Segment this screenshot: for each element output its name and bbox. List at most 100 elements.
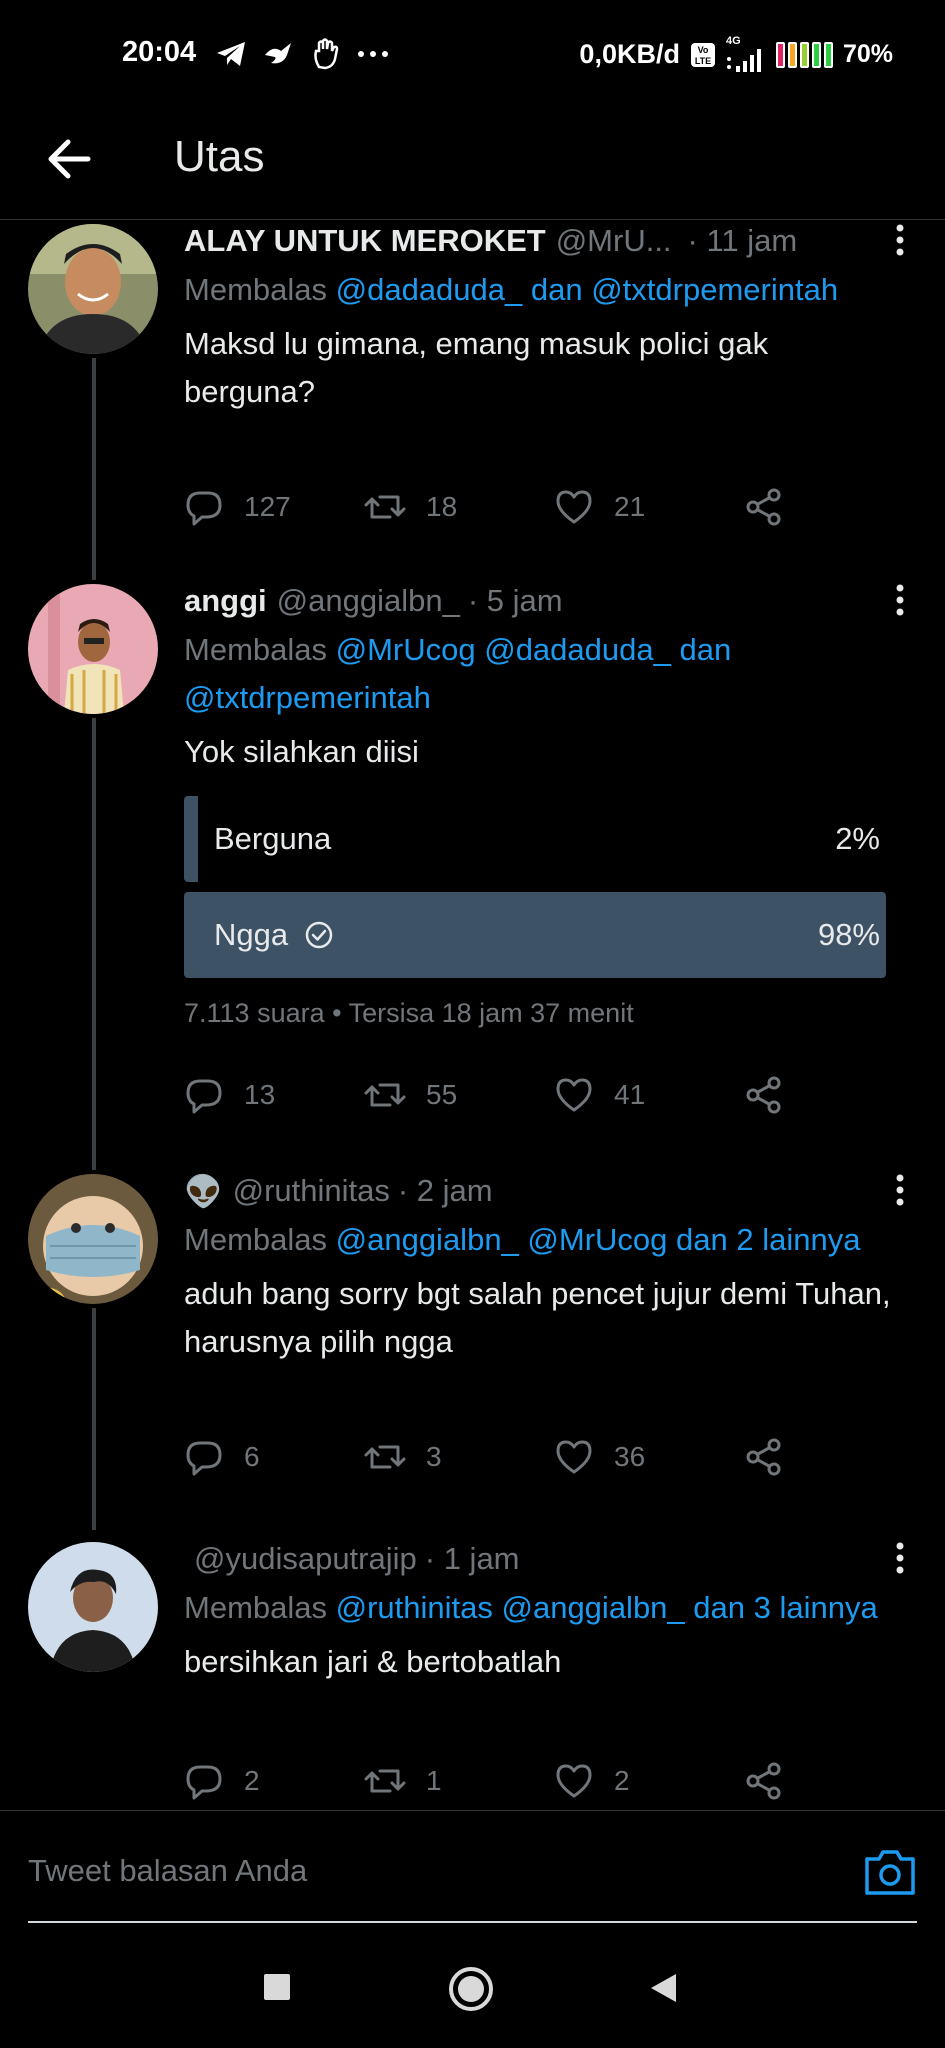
reply-icon	[186, 1441, 222, 1476]
reply-prefix: Membalas	[184, 632, 327, 667]
camera-button[interactable]	[863, 1847, 917, 1897]
poll-option: Ngga 98%	[184, 892, 900, 978]
share-button[interactable]	[744, 1761, 804, 1801]
reply-count: 13	[244, 1079, 276, 1110]
reply-input[interactable]: Tweet balasan Anda	[28, 1853, 307, 1889]
check-circle-icon	[305, 921, 333, 949]
avatar[interactable]	[28, 584, 158, 714]
retweet-button[interactable]: 18	[364, 487, 554, 527]
thread[interactable]: ALAY UNTUK MEROKET @MrU... · 11 jam Memb…	[0, 220, 945, 1810]
handle[interactable]: @anggialbn_	[277, 583, 460, 619]
poll-option-label: Berguna	[214, 821, 332, 856]
tweet[interactable]: @yudisaputrajip · 1 jam Membalas @ruthin…	[0, 1538, 945, 1810]
svg-text:Vo: Vo	[698, 45, 709, 55]
avatar[interactable]	[28, 1542, 158, 1672]
hand-icon	[314, 38, 339, 70]
tweet[interactable]: anggi @anggialbn_ · 5 jam Membalas @MrUc…	[0, 580, 945, 1170]
share-icon	[746, 1438, 781, 1476]
signal-icon	[726, 49, 761, 72]
avatar[interactable]	[28, 1174, 158, 1304]
timestamp: · 11 jam	[687, 223, 798, 258]
like-button[interactable]: 41	[554, 1075, 744, 1115]
reply-prefix: Membalas	[184, 272, 327, 307]
like-count: 21	[614, 491, 646, 522]
thread-line	[92, 358, 96, 580]
tweet-actions: 127 18 21	[184, 482, 804, 532]
status-right: 0,0KB/d Vo LTE 4G 70%	[579, 36, 893, 73]
system-nav-bar	[0, 1940, 945, 2048]
heart-icon	[556, 1764, 592, 1798]
reply-button[interactable]: 13	[184, 1075, 364, 1115]
back-button[interactable]	[44, 134, 94, 184]
reply-bar: Tweet balasan Anda	[0, 1810, 945, 1923]
recents-button[interactable]	[262, 1972, 292, 2007]
tweet-actions: 2 1 2	[184, 1756, 804, 1806]
heart-icon	[556, 1440, 592, 1474]
retweet-button[interactable]: 1	[364, 1761, 554, 1801]
poll-option-label-wrap: Ngga	[214, 917, 334, 953]
reply-button[interactable]: 127	[184, 487, 364, 527]
share-button[interactable]	[744, 1075, 804, 1115]
status-time: 20:04	[122, 36, 197, 68]
notification-icons	[215, 36, 389, 72]
volte-icon: VoLTE	[690, 42, 715, 67]
like-button[interactable]: 21	[554, 487, 744, 527]
home-button[interactable]	[448, 1966, 494, 2017]
tweet-actions: 13 55 41	[184, 1070, 804, 1120]
more-vertical-icon	[896, 584, 904, 616]
more-vertical-icon	[896, 1542, 904, 1574]
back-nav-button[interactable]	[648, 1972, 678, 2009]
reply-to: Membalas @ruthinitas @anggialbn_ dan 3 l…	[184, 1584, 895, 1632]
retweet-button[interactable]: 3	[364, 1437, 554, 1477]
tweet-actions: 6 3 36	[184, 1432, 804, 1482]
square-icon	[264, 1974, 290, 2000]
like-button[interactable]: 36	[554, 1437, 744, 1477]
tweet[interactable]: ALAY UNTUK MEROKET @MrU... · 11 jam Memb…	[0, 220, 945, 580]
battery-icon	[775, 41, 833, 68]
retweet-button[interactable]: 55	[364, 1075, 554, 1115]
poll-option-label: Ngga	[214, 917, 289, 952]
tweet-text: bersihkan jari & bertobatlah	[184, 1644, 562, 1679]
handle[interactable]: @MrU...	[556, 223, 672, 259]
like-count: 41	[614, 1079, 646, 1110]
network-type: 4G	[725, 35, 741, 47]
reply-count: 6	[244, 1441, 260, 1472]
reply-icon	[186, 1765, 222, 1800]
timestamp: · 1 jam	[424, 1541, 520, 1576]
display-name[interactable]: 👽	[184, 1173, 223, 1210]
tweet-header: anggi @anggialbn_ · 5 jam	[184, 580, 895, 622]
retweet-count: 18	[426, 491, 458, 522]
more-options-button[interactable]	[885, 220, 915, 260]
tweet-text: aduh bang sorry bgt salah pencet jujur d…	[184, 1276, 891, 1359]
reply-to: Membalas @anggialbn_ @MrUcog dan 2 lainn…	[184, 1216, 895, 1264]
handle[interactable]: @yudisaputrajip	[194, 1541, 417, 1577]
more-options-button[interactable]	[885, 580, 915, 620]
tweet[interactable]: 👽 @ruthinitas · 2 jam Membalas @anggialb…	[0, 1170, 945, 1530]
reply-button[interactable]: 6	[184, 1437, 364, 1477]
more-options-button[interactable]	[885, 1170, 915, 1210]
reply-to: Membalas @dadaduda_ dan @txtdrpemerintah	[184, 266, 895, 314]
more-dots-icon	[358, 51, 388, 57]
poll-option: Berguna 2%	[184, 796, 900, 882]
reply-mentions[interactable]: @ruthinitas @anggialbn_ dan 3 lainnya	[336, 1590, 878, 1625]
heart-icon	[556, 1078, 592, 1112]
reply-mentions[interactable]: @anggialbn_ @MrUcog dan 2 lainnya	[336, 1222, 861, 1257]
camera-icon	[865, 1850, 915, 1895]
handle[interactable]: @ruthinitas	[233, 1173, 390, 1209]
like-button[interactable]: 2	[554, 1761, 744, 1801]
more-vertical-icon	[896, 224, 904, 256]
reply-mentions[interactable]: @dadaduda_ dan @txtdrpemerintah	[336, 272, 838, 307]
more-options-button[interactable]	[885, 1538, 915, 1578]
thread-line	[92, 718, 96, 1170]
app-header: Utas	[0, 110, 945, 220]
tweet-text: Maksd lu gimana, emang masuk polici gak …	[184, 326, 769, 409]
avatar[interactable]	[28, 224, 158, 354]
thread-line	[92, 1308, 96, 1530]
display-name[interactable]: anggi	[184, 583, 267, 619]
reply-button[interactable]: 2	[184, 1761, 364, 1801]
share-icon	[746, 1076, 781, 1114]
retweet-icon	[364, 1083, 406, 1107]
share-button[interactable]	[744, 1437, 804, 1477]
share-button[interactable]	[744, 487, 804, 527]
display-name[interactable]: ALAY UNTUK MEROKET	[184, 223, 546, 259]
